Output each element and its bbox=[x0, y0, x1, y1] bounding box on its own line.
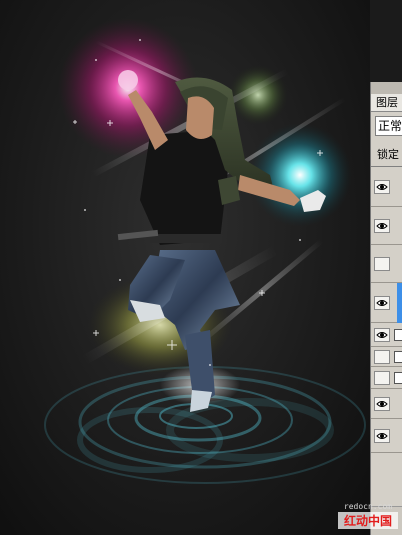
layer-visibility-toggle[interactable] bbox=[374, 328, 390, 342]
layer-row[interactable] bbox=[371, 419, 402, 453]
layer-visibility-toggle[interactable] bbox=[374, 219, 390, 233]
layer-row[interactable] bbox=[371, 347, 402, 367]
eye-icon bbox=[376, 223, 388, 229]
eye-icon bbox=[376, 401, 388, 407]
layer-list bbox=[371, 166, 402, 507]
layer-visibility-toggle[interactable] bbox=[374, 180, 390, 194]
layer-visibility-toggle[interactable] bbox=[374, 296, 390, 310]
layer-visibility-toggle[interactable] bbox=[374, 257, 390, 271]
layer-row[interactable] bbox=[371, 207, 402, 245]
layer-row[interactable] bbox=[371, 167, 402, 207]
eye-icon bbox=[376, 433, 388, 439]
eye-icon bbox=[376, 300, 388, 306]
lock-label: 锁定 bbox=[377, 148, 399, 161]
blend-mode-select[interactable]: 正常 bbox=[375, 116, 402, 136]
layer-thumbnail[interactable] bbox=[394, 372, 402, 384]
watermark-name: 红动中国 bbox=[338, 512, 398, 529]
watermark: redocn.com 红动中国 bbox=[338, 502, 398, 529]
layer-row[interactable] bbox=[371, 323, 402, 347]
layer-thumbnail[interactable] bbox=[394, 351, 402, 363]
layer-row[interactable] bbox=[371, 389, 402, 419]
layer-visibility-toggle[interactable] bbox=[374, 350, 390, 364]
layer-visibility-toggle[interactable] bbox=[374, 429, 390, 443]
tab-layers[interactable]: 图层 bbox=[371, 94, 402, 112]
layer-row[interactable] bbox=[371, 283, 402, 323]
artwork-canvas bbox=[0, 0, 370, 535]
watermark-url: redocn.com bbox=[343, 502, 393, 511]
eye-icon bbox=[376, 184, 388, 190]
layer-row[interactable] bbox=[371, 367, 402, 389]
layers-panel: 图层 正常 锁定 bbox=[370, 82, 402, 535]
layer-row[interactable] bbox=[371, 245, 402, 283]
panel-title-bar[interactable] bbox=[371, 82, 402, 94]
dancer-artwork bbox=[44, 18, 366, 484]
layer-visibility-toggle[interactable] bbox=[374, 397, 390, 411]
selected-layer-highlight bbox=[397, 283, 402, 323]
layer-visibility-toggle[interactable] bbox=[374, 371, 390, 385]
eye-icon bbox=[376, 332, 388, 338]
layer-thumbnail[interactable] bbox=[394, 329, 402, 341]
